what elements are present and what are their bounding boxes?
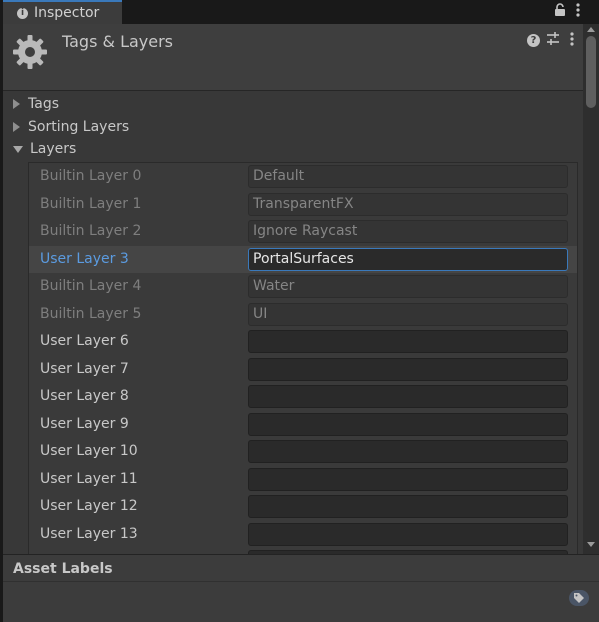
asset-labels-title: Asset Labels <box>13 561 113 577</box>
layer-name-field[interactable] <box>248 330 568 353</box>
layer-name-field[interactable] <box>248 412 568 436</box>
layer-label: Builtin Layer 0 <box>40 168 142 184</box>
layer-name-field[interactable] <box>248 440 568 463</box>
layer-row: User Layer 7 <box>29 356 577 383</box>
layer-name-field: Default <box>248 165 568 188</box>
layer-name-field[interactable] <box>248 522 568 546</box>
info-icon: i <box>17 7 28 19</box>
layer-name-field[interactable] <box>248 385 568 408</box>
scroll-up-arrow-icon[interactable] <box>587 27 595 32</box>
help-icon[interactable]: ? <box>527 34 540 47</box>
asset-labels-button[interactable] <box>569 590 589 606</box>
layer-row: User Layer 9 <box>29 411 577 438</box>
layer-label: User Layer 11 <box>40 470 138 487</box>
inspector-panel: Tags & Layers ? Tags Sorting Layers Laye… <box>3 24 599 622</box>
layer-label: User Layer 7 <box>40 360 129 377</box>
chevron-right-icon <box>13 99 20 109</box>
layer-row: User Layer 8 <box>29 383 577 410</box>
lock-icon[interactable] <box>554 3 566 20</box>
layer-label: Builtin Layer 5 <box>40 305 142 322</box>
layer-row: User Layer 10 <box>29 438 577 465</box>
layer-row: Builtin Layer 5 UI <box>29 301 577 328</box>
layer-row: User Layer 6 <box>29 328 577 355</box>
foldout-tags[interactable]: Tags <box>13 96 59 112</box>
vertical-scrollbar[interactable] <box>583 24 599 554</box>
foldout-label: Tags <box>28 96 59 112</box>
layer-row: User Layer 11 <box>29 466 577 493</box>
layers-list: Builtin Layer 0 Default Builtin Layer 1 Tra… <box>28 162 578 556</box>
layer-row: Builtin Layer 2 Ignore Raycast <box>29 218 577 245</box>
asset-labels-section: Asset Labels <box>3 554 599 622</box>
tab-bar: i Inspector <box>0 0 599 24</box>
layer-row: Builtin Layer 1 TransparentFX <box>29 191 577 218</box>
kebab-menu-icon[interactable] <box>576 3 580 21</box>
foldout-layers[interactable]: Layers <box>13 141 76 157</box>
kebab-menu-icon[interactable] <box>570 32 574 50</box>
layer-label: User Layer 9 <box>40 415 129 432</box>
foldout-label: Layers <box>30 141 77 157</box>
layer-label: User Layer 13 <box>40 525 138 542</box>
layer-name-field: Water <box>248 275 568 298</box>
layer-label: Builtin Layer 4 <box>40 278 142 294</box>
layer-label: User Layer 8 <box>40 388 129 404</box>
sliders-icon[interactable] <box>546 32 560 49</box>
foldout-label: Sorting Layers <box>28 119 130 135</box>
layer-label: User Layer 10 <box>40 443 138 459</box>
gear-icon <box>13 35 47 69</box>
inspector-header: Tags & Layers ? <box>3 24 583 91</box>
layer-name-field[interactable] <box>248 467 568 491</box>
layer-label: Builtin Layer 1 <box>40 195 142 212</box>
layer-row: User Layer 12 <box>29 493 577 520</box>
foldout-sorting-layers[interactable]: Sorting Layers <box>13 119 129 135</box>
page-title: Tags & Layers <box>62 32 174 51</box>
tab-label: Inspector <box>34 5 100 21</box>
scroll-down-arrow-icon[interactable] <box>587 542 595 547</box>
tag-icon <box>574 593 584 603</box>
layer-row: Builtin Layer 4 Water <box>29 273 577 300</box>
chevron-down-icon <box>13 145 23 153</box>
layer-label: User Layer 12 <box>40 498 138 514</box>
layer-row: Builtin Layer 0 Default <box>29 163 577 190</box>
chevron-right-icon <box>13 122 20 132</box>
layer-row: User Layer 13 <box>29 521 577 548</box>
layer-name-field[interactable] <box>248 357 568 381</box>
layer-label: Builtin Layer 2 <box>40 223 142 239</box>
tab-inspector[interactable]: i Inspector <box>3 0 122 24</box>
scroll-thumb[interactable] <box>586 36 596 108</box>
layer-label: User Layer 3 <box>40 250 129 267</box>
layer-name-field[interactable]: PortalSurfaces <box>248 247 568 271</box>
layer-name-field: UI <box>248 302 568 326</box>
divider <box>3 581 599 582</box>
layer-name-field: TransparentFX <box>248 192 568 216</box>
layer-name-field[interactable] <box>248 495 568 518</box>
layer-name-field: Ignore Raycast <box>248 220 568 243</box>
layer-label: User Layer 6 <box>40 333 129 349</box>
layer-row: User Layer 3 PortalSurfaces <box>29 245 577 273</box>
